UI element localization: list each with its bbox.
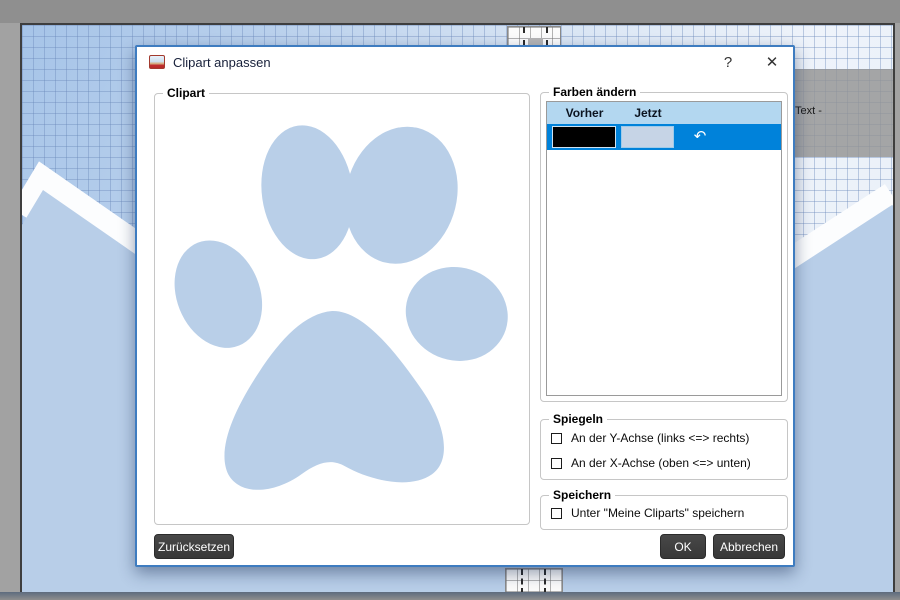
reset-button[interactable]: Zurücksetzen [154, 534, 234, 559]
table-dashed-guide [523, 27, 525, 46]
help-button[interactable]: ? [719, 54, 737, 71]
mirror-y-axis-option[interactable]: An der Y-Achse (links <=> rechts) [551, 431, 749, 445]
save-to-my-cliparts-label: Unter "Meine Cliparts" speichern [571, 506, 745, 520]
clipart-preview [157, 96, 527, 522]
after-color-swatch[interactable] [621, 126, 674, 148]
mirror-y-axis-checkbox[interactable] [551, 432, 562, 444]
mirror-x-axis-option[interactable]: An der X-Achse (oben <=> unten) [551, 456, 751, 470]
table-dashed-guide [544, 569, 546, 594]
table-object-top [507, 26, 561, 47]
close-button[interactable]: ✕ [763, 53, 781, 71]
column-header-vorher: Vorher [565, 106, 604, 120]
save-group: Speichern Unter "Meine Cliparts" speiche… [540, 488, 788, 530]
dialog-title-bar[interactable]: Clipart anpassen ? ✕ [137, 47, 793, 77]
paw-print-clipart [174, 125, 508, 490]
save-group-label: Speichern [549, 488, 616, 502]
clipart-dialog: Clipart anpassen ? ✕ Clipart Farben ände… [135, 45, 795, 567]
ok-button[interactable]: OK [660, 534, 706, 559]
cancel-button[interactable]: Abbrechen [713, 534, 785, 559]
save-to-my-cliparts-checkbox[interactable] [551, 507, 562, 519]
save-to-my-cliparts-option[interactable]: Unter "Meine Cliparts" speichern [551, 506, 744, 520]
color-row-selected[interactable]: ↶ [547, 124, 781, 150]
undo-arrow-icon[interactable]: ↶ [685, 125, 715, 149]
column-header-jetzt: Jetzt [634, 106, 662, 120]
clipart-dialog-icon [149, 55, 165, 69]
colors-group: Farben ändern Vorher Jetzt ↶ [540, 85, 788, 402]
mirror-y-axis-label: An der Y-Achse (links <=> rechts) [571, 431, 750, 445]
mirror-group-label: Spiegeln [549, 412, 608, 426]
color-mapping-list[interactable]: Vorher Jetzt ↶ [546, 101, 782, 396]
mirror-x-axis-checkbox[interactable] [551, 457, 562, 469]
mirror-group: Spiegeln An der Y-Achse (links <=> recht… [540, 412, 788, 480]
canvas-bottom-edge [0, 592, 900, 600]
color-list-header: Vorher Jetzt [547, 102, 781, 124]
clipart-group: Clipart [154, 86, 530, 525]
colors-group-label: Farben ändern [549, 85, 641, 99]
table-object-bottom [505, 568, 563, 594]
table-dashed-guide [546, 27, 548, 46]
dialog-title: Clipart anpassen [173, 54, 271, 70]
table-dashed-guide [521, 569, 523, 594]
mirror-x-axis-label: An der X-Achse (oben <=> unten) [571, 456, 751, 470]
before-color-swatch [552, 126, 616, 148]
window-chrome-top [0, 0, 900, 23]
